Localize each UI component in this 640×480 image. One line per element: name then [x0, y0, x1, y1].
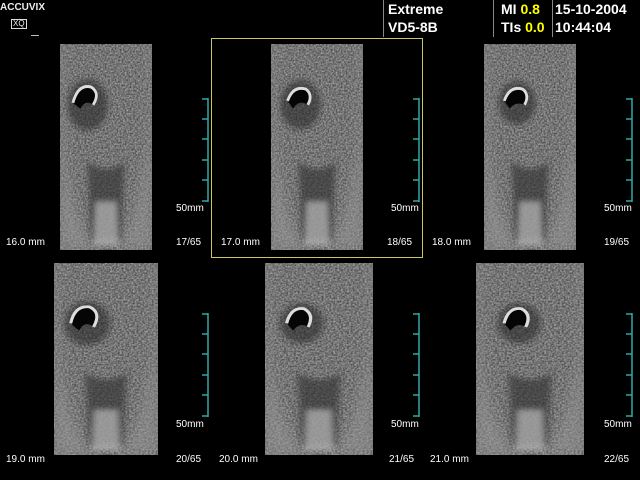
- slice-frame-5[interactable]: 50mm 20.0 mm 21/65: [211, 258, 423, 478]
- scale-label: 50mm: [604, 203, 632, 214]
- slice-depth: 18.0 mm: [432, 237, 471, 248]
- depth-scale-ruler: [413, 313, 420, 417]
- slice-depth: 19.0 mm: [6, 454, 45, 465]
- depth-scale-ruler: [626, 98, 633, 202]
- slice-index: 20/65: [176, 454, 202, 465]
- slice-depth: 16.0 mm: [6, 237, 45, 248]
- tis-readout: TIs 0.0: [501, 19, 545, 35]
- probe-label: VD5-8B: [388, 19, 438, 35]
- header-divider: [493, 0, 494, 37]
- logo-underline: [31, 35, 39, 36]
- slice-frame-6[interactable]: 50mm 21.0 mm 22/65: [424, 258, 636, 478]
- slice-frame-2[interactable]: 50mm 17.0 mm 18/65: [211, 38, 423, 258]
- ultrasound-slice-image: [271, 44, 363, 250]
- slice-index: 19/65: [604, 237, 630, 248]
- depth-scale-ruler: [626, 313, 633, 417]
- slice-frame-1[interactable]: 50mm 16.0 mm 17/65: [0, 38, 212, 258]
- slice-index: 22/65: [604, 454, 630, 465]
- tis-label: TIs: [501, 19, 522, 35]
- slice-depth: 21.0 mm: [430, 454, 469, 465]
- depth-scale-ruler: [202, 313, 209, 417]
- slice-index: 21/65: [389, 454, 415, 465]
- exam-date: 15-10-2004: [555, 1, 627, 17]
- slice-depth: 20.0 mm: [219, 454, 258, 465]
- header-divider: [552, 0, 553, 37]
- exam-time: 10:44:04: [555, 19, 612, 35]
- scale-label: 50mm: [391, 203, 419, 214]
- ultrasound-slice-image: [265, 263, 373, 455]
- scale-label: 50mm: [604, 419, 632, 430]
- slice-frame-3[interactable]: 50mm 18.0 mm 19/65: [424, 38, 636, 258]
- slice-index: 17/65: [176, 237, 202, 248]
- logo-model: XQ: [11, 19, 27, 29]
- scale-label: 50mm: [176, 419, 204, 430]
- logo-text: ACCUVIX: [0, 2, 46, 13]
- brand-logo: ACCUVIX XQ: [0, 3, 48, 31]
- tis-value: 0.0: [525, 19, 545, 35]
- ultrasound-slice-image: [60, 44, 152, 250]
- mi-readout: MI 0.8: [501, 1, 540, 17]
- slice-frame-4[interactable]: 50mm 19.0 mm 20/65: [0, 258, 212, 478]
- depth-scale-ruler: [202, 98, 209, 202]
- scale-label: 50mm: [391, 419, 419, 430]
- ultrasound-slice-image: [54, 263, 158, 455]
- scale-label: 50mm: [176, 203, 204, 214]
- mi-value: 0.8: [520, 1, 540, 17]
- header-divider: [383, 0, 384, 37]
- preset-label: Extreme: [388, 1, 444, 17]
- header-bar: ACCUVIX XQ Extreme VD5-8B MI 0.8 TIs 0.0…: [0, 0, 640, 37]
- mi-label: MI: [501, 1, 517, 17]
- ultrasound-slice-image: [484, 44, 576, 250]
- ultrasound-slice-image: [476, 263, 584, 455]
- slice-index: 18/65: [387, 237, 413, 248]
- depth-scale-ruler: [413, 98, 420, 202]
- slice-depth: 17.0 mm: [221, 237, 260, 248]
